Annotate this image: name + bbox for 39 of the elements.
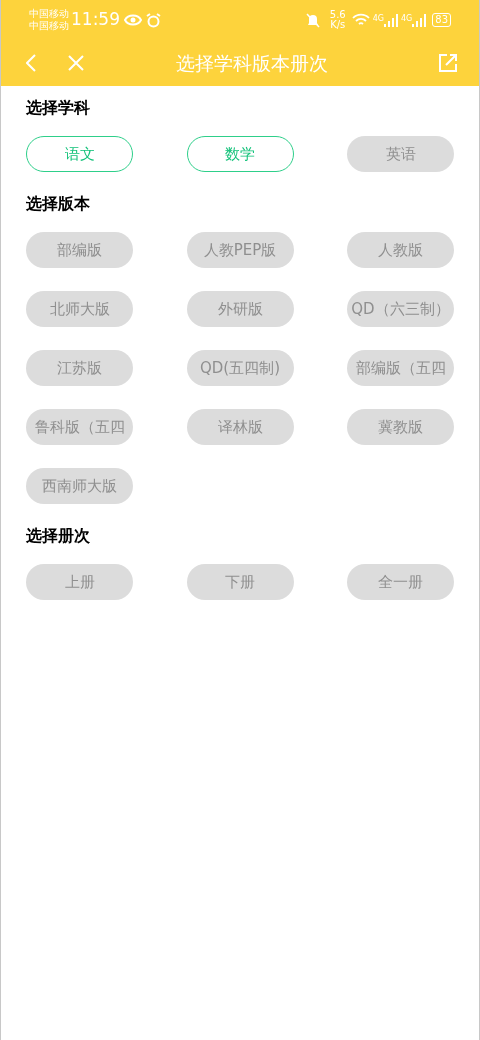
signal-icon bbox=[412, 13, 427, 27]
page-title: 选择学科版本册次 bbox=[174, 50, 329, 76]
option-chip[interactable]: 全一册 bbox=[347, 564, 454, 600]
close-button[interactable] bbox=[66, 53, 86, 73]
option-chip[interactable]: 上册 bbox=[26, 564, 133, 600]
option-chip[interactable]: 西南师大版 bbox=[26, 468, 133, 504]
eye-icon bbox=[124, 14, 142, 26]
option-chip[interactable]: 下册 bbox=[186, 564, 294, 600]
network-label: 4G bbox=[400, 13, 413, 23]
option-chip[interactable]: 部编版（五四 bbox=[347, 350, 454, 386]
option-chip[interactable]: 人教PEP版 bbox=[186, 232, 294, 268]
muted-bell-icon bbox=[305, 12, 320, 28]
section-title: 选择学科 bbox=[26, 98, 91, 118]
carrier-label: 中国移动 bbox=[29, 8, 69, 20]
option-chip[interactable]: 北师大版 bbox=[26, 291, 133, 327]
speed-unit: K/s bbox=[330, 20, 346, 30]
option-chip[interactable]: 江苏版 bbox=[26, 350, 133, 386]
option-chip[interactable]: QD（六三制） bbox=[347, 291, 454, 327]
alarm-icon bbox=[146, 12, 161, 28]
speed-value: 5.6 bbox=[329, 10, 346, 20]
network-label: 4G bbox=[372, 13, 384, 23]
option-chip[interactable]: 英语 bbox=[347, 136, 454, 172]
clock-time: 11:59 bbox=[71, 8, 120, 32]
option-chip[interactable]: 鲁科版（五四 bbox=[26, 409, 133, 445]
battery-indicator: 83 bbox=[432, 13, 451, 27]
option-chip[interactable]: QD(五四制) bbox=[186, 350, 294, 386]
wifi-icon bbox=[351, 13, 370, 27]
carrier-label: 中国移动 bbox=[29, 20, 69, 32]
option-chip[interactable]: 人教版 bbox=[347, 232, 454, 268]
option-chip[interactable]: 部编版 bbox=[26, 232, 133, 268]
option-chip[interactable]: 冀教版 bbox=[347, 409, 454, 445]
section-title: 选择册次 bbox=[26, 526, 91, 546]
option-chip[interactable]: 语文 bbox=[26, 136, 133, 172]
option-chip[interactable]: 译林版 bbox=[186, 409, 294, 445]
option-chip[interactable]: 数学 bbox=[186, 136, 294, 172]
section-title: 选择版本 bbox=[26, 194, 91, 214]
signal-icon bbox=[383, 13, 398, 27]
share-button[interactable] bbox=[437, 52, 459, 74]
option-chip[interactable]: 外研版 bbox=[186, 291, 294, 327]
